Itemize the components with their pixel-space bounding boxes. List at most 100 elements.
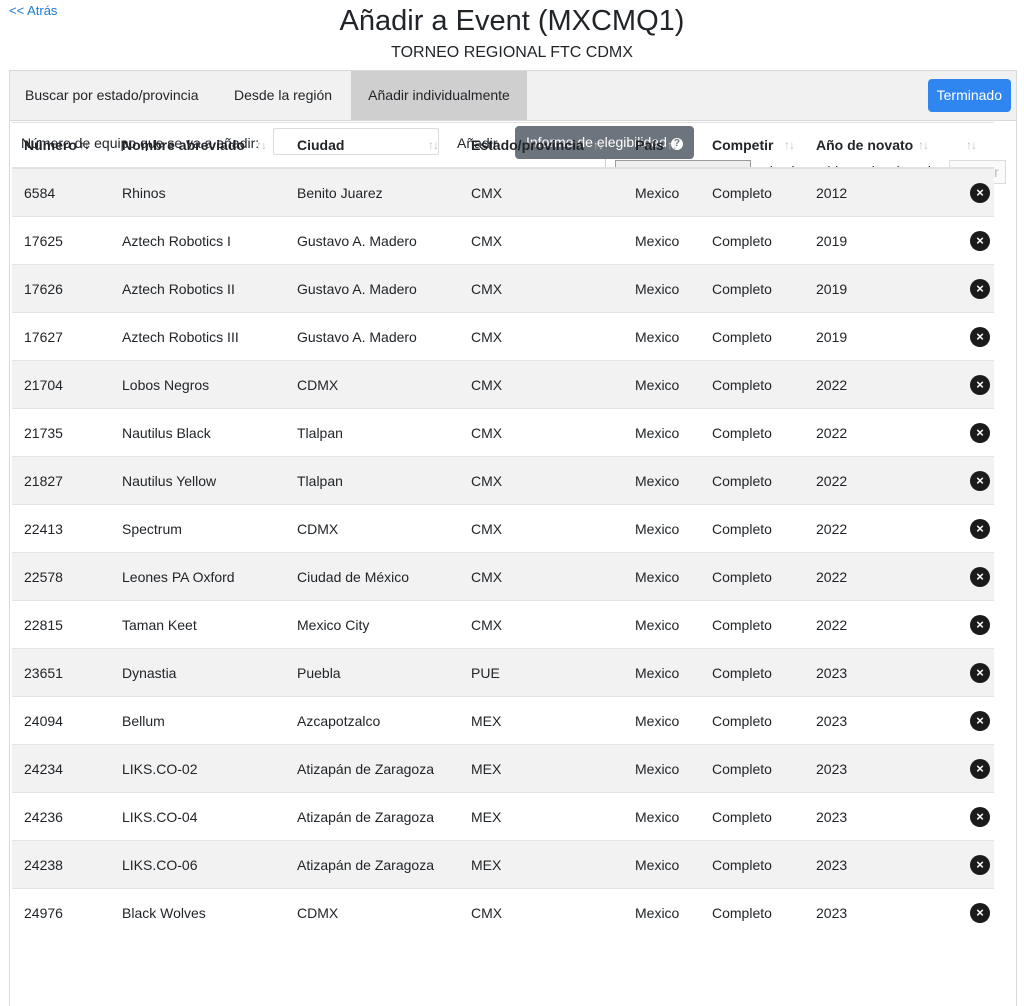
tab-add-individually[interactable]: Añadir individualmente: [351, 71, 527, 120]
table-row: 24238 LIKS.CO-06 Atizapán de Zaragoza MEX Me…: [12, 840, 994, 889]
cell-actions: ×: [950, 408, 994, 457]
cell-short-name: Leones PA Oxford: [110, 552, 285, 601]
cell-rookie-year: 2019: [804, 312, 950, 361]
close-circle-icon[interactable]: ×: [970, 230, 990, 251]
sort-arrows-icon[interactable]: ↑↓: [918, 138, 929, 152]
cell-country: Mexico: [623, 456, 700, 505]
cell-short-name: Aztech Robotics II: [110, 264, 285, 313]
cell-actions: ×: [950, 696, 994, 745]
close-circle-icon[interactable]: ×: [970, 758, 990, 779]
close-circle-icon[interactable]: ×: [970, 854, 990, 875]
col-header-label: Estado/provincia: [471, 137, 584, 153]
cell-compete: Completo: [700, 360, 804, 409]
col-header-actions[interactable]: ↑↓: [950, 122, 994, 169]
cell-short-name: LIKS.CO-06: [110, 840, 285, 889]
close-circle-icon[interactable]: ×: [970, 614, 990, 635]
close-circle-icon[interactable]: ×: [970, 374, 990, 395]
table-row: 24236 LIKS.CO-04 Atizapán de Zaragoza MEX Me…: [12, 792, 994, 841]
cell-country: Mexico: [623, 552, 700, 601]
cell-country: Mexico: [623, 408, 700, 457]
cell-team-number: 17625: [12, 216, 110, 265]
close-circle-icon[interactable]: ×: [970, 662, 990, 683]
cell-short-name: Bellum: [110, 696, 285, 745]
cell-rookie-year: 2022: [804, 456, 950, 505]
cell-state: PUE: [459, 648, 623, 697]
sort-arrows-icon[interactable]: ↑↓: [667, 138, 678, 152]
cell-rookie-year: 2022: [804, 360, 950, 409]
cell-state: CMX: [459, 600, 623, 649]
cell-compete: Completo: [700, 888, 804, 936]
teams-table: Número ↑↓ Nombre abreviado ↑↓ Ciudad ↑↓ Est…: [12, 122, 994, 936]
cell-rookie-year: 2023: [804, 696, 950, 745]
cell-actions: ×: [950, 648, 994, 697]
cell-rookie-year: 2023: [804, 648, 950, 697]
col-header-short-name[interactable]: Nombre abreviado ↑↓: [110, 122, 285, 169]
cell-team-number: 21827: [12, 456, 110, 505]
sort-arrows-icon[interactable]: ↑↓: [256, 138, 267, 152]
cell-country: Mexico: [623, 504, 700, 553]
cell-rookie-year: 2012: [804, 167, 950, 217]
cell-state: MEX: [459, 792, 623, 841]
close-circle-icon[interactable]: ×: [970, 278, 990, 299]
tab-search-by-state[interactable]: Buscar por estado/provincia: [25, 71, 199, 120]
cell-rookie-year: 2023: [804, 840, 950, 889]
table-row: 21735 Nautilus Black Tlalpan CMX Mexico Compl…: [12, 408, 994, 457]
cell-state: CMX: [459, 504, 623, 553]
close-circle-icon[interactable]: ×: [970, 806, 990, 827]
cell-short-name: Lobos Negros: [110, 360, 285, 409]
close-circle-icon[interactable]: ×: [970, 518, 990, 539]
cell-state: CMX: [459, 216, 623, 265]
cell-country: Mexico: [623, 744, 700, 793]
cell-actions: ×: [950, 216, 994, 265]
col-header-country[interactable]: País ↑↓: [623, 122, 700, 169]
cell-actions: ×: [950, 360, 994, 409]
cell-team-number: 22815: [12, 600, 110, 649]
col-header-rookie-year[interactable]: Año de novato ↑↓: [804, 122, 950, 169]
cell-city: CDMX: [285, 360, 459, 409]
col-header-state[interactable]: Estado/provincia ↑↓: [459, 122, 623, 169]
cell-country: Mexico: [623, 840, 700, 889]
col-header-label: Nombre abreviado: [122, 137, 245, 153]
cell-compete: Completo: [700, 792, 804, 841]
close-circle-icon[interactable]: ×: [970, 902, 990, 923]
sort-asc-icon[interactable]: ↑↓: [79, 138, 90, 152]
close-circle-icon[interactable]: ×: [970, 566, 990, 587]
cell-team-number: 17626: [12, 264, 110, 313]
cell-team-number: 17627: [12, 312, 110, 361]
table-row: 21827 Nautilus Yellow Tlalpan CMX Mexico Comp…: [12, 456, 994, 505]
col-header-label: Ciudad: [297, 137, 345, 153]
close-circle-icon[interactable]: ×: [970, 422, 990, 443]
cell-actions: ×: [950, 888, 994, 936]
col-header-label: Número: [24, 137, 77, 153]
close-circle-icon[interactable]: ×: [970, 326, 990, 347]
cell-city: Tlalpan: [285, 408, 459, 457]
close-circle-icon[interactable]: ×: [970, 710, 990, 731]
tab-from-region[interactable]: Desde la región: [234, 71, 332, 120]
done-button[interactable]: Terminado: [927, 79, 1011, 112]
cell-actions: ×: [950, 167, 994, 217]
sort-arrows-icon[interactable]: ↑↓: [428, 138, 439, 152]
cell-compete: Completo: [700, 696, 804, 745]
col-header-city[interactable]: Ciudad ↑↓: [285, 122, 459, 169]
cell-team-number: 6584: [12, 167, 110, 217]
close-circle-icon[interactable]: ×: [970, 470, 990, 491]
event-subtitle: TORNEO REGIONAL FTC CDMX: [391, 44, 633, 61]
page-title: Añadir a Event (MXCMQ1): [339, 5, 685, 37]
cell-rookie-year: 2019: [804, 216, 950, 265]
close-circle-icon[interactable]: ×: [970, 182, 990, 203]
cell-team-number: 22413: [12, 504, 110, 553]
cell-short-name: Black Wolves: [110, 888, 285, 936]
sort-arrows-icon[interactable]: ↑↓: [784, 138, 795, 152]
col-header-compete[interactable]: Competir ↑↓: [700, 122, 804, 169]
cell-actions: ×: [950, 456, 994, 505]
cell-team-number: 24238: [12, 840, 110, 889]
cell-compete: Completo: [700, 216, 804, 265]
sort-arrows-icon[interactable]: ↑↓: [593, 138, 604, 152]
table-row: 6584 Rhinos Benito Juarez CMX Mexico Completo…: [12, 167, 994, 217]
cell-compete: Completo: [700, 312, 804, 361]
sort-arrows-icon[interactable]: ↑↓: [966, 138, 977, 152]
cell-compete: Completo: [700, 648, 804, 697]
table-row: 17626 Aztech Robotics II Gustavo A. Madero…: [12, 264, 994, 313]
cell-state: CMX: [459, 552, 623, 601]
col-header-number[interactable]: Número ↑↓: [12, 122, 110, 169]
